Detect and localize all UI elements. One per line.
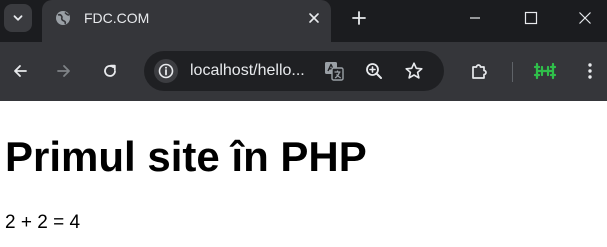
star-icon [404, 61, 424, 81]
extensions-button[interactable] [465, 57, 493, 85]
plus-icon [351, 10, 367, 26]
tab-strip: FDC.COM [0, 0, 607, 42]
tab-search-button[interactable] [4, 4, 32, 32]
bookmark-button[interactable] [402, 59, 426, 83]
extension-button[interactable] [531, 57, 559, 85]
page-content: Primul site în PHP 2 + 2 = 4 [0, 101, 607, 247]
tab-close-button[interactable] [303, 7, 325, 29]
page-text: 2 + 2 = 4 [5, 212, 81, 233]
puzzle-icon [469, 61, 489, 81]
reload-icon [101, 62, 119, 80]
translate-icon [323, 60, 345, 82]
minimize-button[interactable] [451, 0, 499, 36]
tab-title: FDC.COM [84, 10, 150, 26]
url-text[interactable]: localhost/hello... [190, 61, 305, 81]
close-window-button[interactable] [563, 0, 607, 36]
globe-icon [55, 10, 71, 26]
maximize-button[interactable] [507, 0, 555, 36]
site-info-button[interactable] [154, 59, 178, 83]
more-vertical-icon [587, 62, 593, 80]
close-icon [578, 11, 592, 25]
toolbar: localhost/hello... [0, 42, 607, 101]
back-button[interactable] [6, 57, 34, 85]
minimize-icon [469, 12, 481, 24]
reload-button[interactable] [96, 57, 124, 85]
forward-button[interactable] [50, 57, 78, 85]
menu-button[interactable] [578, 57, 602, 85]
page-heading: Primul site în PHP [5, 133, 367, 180]
zoom-icon [364, 61, 384, 81]
close-icon [308, 12, 320, 24]
browser-chrome: FDC.COM localhost/hello... [0, 0, 607, 101]
new-tab-button[interactable] [346, 5, 372, 31]
browser-tab[interactable]: FDC.COM [42, 0, 331, 42]
translate-button[interactable] [322, 59, 346, 83]
chevron-down-icon [12, 12, 24, 24]
toolbar-separator [512, 62, 513, 82]
extension-icon [533, 61, 557, 81]
maximize-icon [524, 11, 538, 25]
arrow-right-icon [55, 62, 73, 80]
info-icon [158, 63, 174, 79]
address-bar[interactable]: localhost/hello... [144, 51, 444, 91]
zoom-button[interactable] [362, 59, 386, 83]
arrow-left-icon [11, 62, 29, 80]
